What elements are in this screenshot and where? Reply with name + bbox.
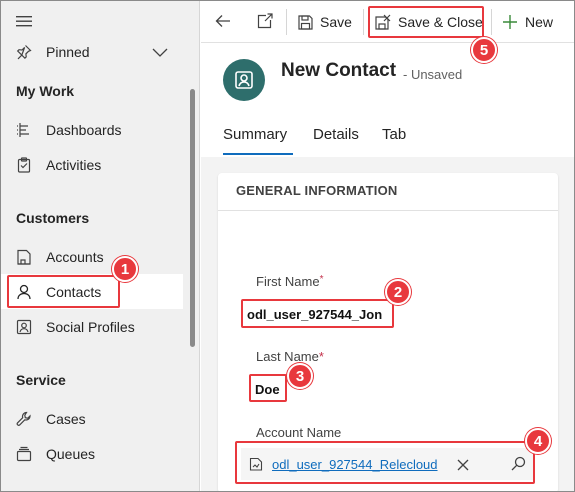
profile-card-icon (16, 319, 32, 335)
building-icon (16, 249, 32, 265)
sidebar-item-cases[interactable]: Cases (1, 401, 200, 436)
annotation-badge-1: 1 (112, 256, 138, 282)
highlight-first-name (241, 299, 394, 328)
wrench-icon (16, 411, 32, 427)
contact-avatar-icon (223, 59, 265, 101)
sidebar-item-dashboards[interactable]: Dashboards (1, 112, 200, 147)
app-window: Pinned My Work Dashboards Activities Cus… (0, 0, 575, 492)
highlight-save-and-close (368, 6, 484, 38)
tab-summary[interactable]: Summary (223, 126, 287, 143)
sidebar-pinned-label: Pinned (46, 43, 90, 60)
chevron-down-icon[interactable] (151, 45, 169, 61)
sidebar-item-social-profiles[interactable]: Social Profiles (1, 309, 200, 344)
sidebar-group-service: Service (16, 372, 66, 388)
section-divider (218, 210, 558, 211)
sidebar-item-label: Dashboards (46, 121, 122, 138)
save-icon (298, 14, 313, 30)
new-label: New (525, 14, 554, 30)
required-marker: * (319, 274, 324, 285)
sidebar-group-customers: Customers (16, 210, 90, 226)
section-title: GENERAL INFORMATION (236, 183, 398, 198)
last-name-label: Last Name* (256, 349, 324, 364)
back-arrow-icon (215, 14, 231, 31)
sidebar-item-activities[interactable]: Activities (1, 147, 200, 182)
tab-details[interactable]: Details (313, 126, 359, 143)
sidebar-item-accounts[interactable]: Accounts (1, 239, 200, 274)
sidebar: Pinned My Work Dashboards Activities Cus… (1, 1, 200, 491)
account-name-label: Account Name (256, 425, 342, 440)
pin-icon (16, 44, 32, 60)
save-button[interactable]: Save (298, 1, 352, 43)
toolbar-divider (363, 9, 364, 35)
record-status: - Unsaved (403, 67, 463, 82)
sidebar-item-label: Accounts (46, 248, 104, 265)
sidebar-group-my-work: My Work (16, 83, 75, 99)
toolbar-divider (491, 9, 492, 35)
active-tab-indicator (223, 153, 293, 155)
queue-icon (16, 446, 32, 462)
open-new-window-icon (257, 12, 273, 32)
open-in-new-window-button[interactable] (253, 1, 277, 43)
sidebar-item-label: Activities (46, 156, 102, 173)
first-name-label: First Name* (256, 274, 324, 289)
annotation-badge-4: 4 (525, 428, 551, 454)
annotation-badge-2: 2 (385, 279, 411, 305)
save-label: Save (320, 14, 352, 30)
highlight-last-name (249, 374, 287, 402)
required-marker: * (318, 349, 324, 364)
annotation-badge-3: 3 (287, 363, 313, 389)
highlight-contacts (7, 275, 120, 308)
highlight-account-name (235, 441, 535, 484)
sidebar-scrollbar[interactable] (190, 89, 195, 347)
hamburger-icon[interactable] (15, 13, 33, 29)
toolbar-divider (286, 9, 287, 35)
sidebar-item-label: Cases (46, 410, 86, 427)
page-title: New Contact (281, 60, 397, 81)
new-button[interactable]: New (503, 1, 553, 43)
sidebar-item-label: Social Profiles (46, 318, 135, 335)
tab-tab[interactable]: Tab (382, 126, 406, 143)
sidebar-item-label: Queues (46, 445, 96, 462)
dashboard-icon (16, 122, 32, 138)
sidebar-pinned[interactable]: Pinned (1, 34, 200, 69)
annotation-badge-5: 5 (471, 37, 497, 63)
sidebar-item-queues[interactable]: Queues (1, 436, 200, 471)
back-button[interactable] (211, 1, 235, 43)
clipboard-icon (16, 156, 32, 173)
plus-icon (503, 15, 517, 29)
